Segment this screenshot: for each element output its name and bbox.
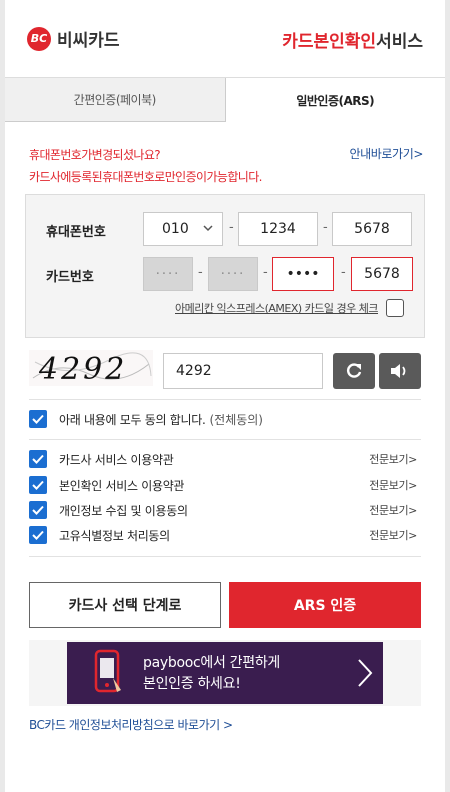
captcha-image: 4292 xyxy=(29,350,153,387)
auth-tabs: 간편인증(페이북) 일반인증(ARS) xyxy=(5,78,445,122)
view-detail-link[interactable]: 전문보기> xyxy=(369,502,417,518)
card-number-label: 카드번호 xyxy=(46,270,94,285)
speaker-icon xyxy=(391,364,406,378)
checkmark-icon xyxy=(32,505,44,515)
checkmark-icon xyxy=(32,480,44,490)
card-dash-3: - xyxy=(341,265,346,280)
agree-all-row[interactable]: 아래 내용에 모두 동의 합니다. (전체동의) xyxy=(29,410,421,428)
tab-simple-auth[interactable]: 간편인증(페이북) xyxy=(5,78,226,122)
captcha-graphic: 4292 xyxy=(32,352,152,387)
chevron-right-icon xyxy=(358,659,373,687)
service-title: 카드본인확인서비스 xyxy=(282,27,423,52)
amex-check-row: 아메리칸 익스프레스(AMEX) 카드일 경우 체크 xyxy=(175,299,404,317)
divider xyxy=(29,399,421,400)
banner-text: paybooc에서 간편하게 본인인증 하세요! xyxy=(143,653,280,695)
amex-checkbox[interactable] xyxy=(386,299,404,317)
agreement-item-card-terms[interactable]: 카드사 서비스 이용약관 전문보기> xyxy=(29,450,421,468)
phone-dash-2: - xyxy=(323,220,328,235)
agreement-checkbox[interactable] xyxy=(29,450,47,468)
bc-logo-icon: BC xyxy=(27,26,51,51)
phone-prefix-value: 010 xyxy=(162,221,189,237)
logo-text: 비씨카드 xyxy=(57,31,120,51)
refresh-icon xyxy=(347,363,362,378)
page-frame: BC 비씨카드 카드본인확인서비스 간편인증(페이북) 일반인증(ARS) 휴대… xyxy=(5,0,445,792)
card-dash-2: - xyxy=(263,265,268,280)
paybooc-banner[interactable]: paybooc에서 간편하게 본인인증 하세요! xyxy=(67,642,383,704)
ars-auth-button[interactable]: ARS 인증 xyxy=(229,582,421,628)
divider xyxy=(29,439,421,440)
phone-prefix-select[interactable]: 010 xyxy=(143,212,223,246)
notice-line-2: 카드사에등록된휴대폰번호로만인증이가능합니다. xyxy=(29,170,263,184)
banner-line-1: paybooc에서 간편하게 xyxy=(143,655,280,671)
phone-last-input[interactable]: 5678 xyxy=(332,212,412,246)
agree-all-sub: (전체동의) xyxy=(209,412,263,427)
agree-all-checkbox[interactable] xyxy=(29,410,47,428)
phone-icon xyxy=(94,649,121,693)
agreement-label: 개인정보 수집 및 이용동의 xyxy=(59,503,188,518)
card-seg-4-input[interactable]: 5678 xyxy=(351,257,413,291)
phone-change-notice: 휴대폰번호가변경되셨나요? 카드사에등록된휴대폰번호로만인증이가능합니다. xyxy=(29,144,263,188)
captcha-audio-button[interactable] xyxy=(379,353,421,389)
guide-link[interactable]: 안내바로가기> xyxy=(350,144,424,164)
agreement-item-auth-terms[interactable]: 본인확인 서비스 이용약관 전문보기> xyxy=(29,476,421,494)
agreement-label: 고유식별정보 처리동의 xyxy=(59,528,170,543)
bc-card-logo: BC 비씨카드 xyxy=(27,26,120,51)
captcha-refresh-button[interactable] xyxy=(333,353,375,389)
checkmark-icon xyxy=(32,454,44,464)
agreement-item-privacy[interactable]: 개인정보 수집 및 이용동의 전문보기> xyxy=(29,501,421,519)
agreement-label: 본인확인 서비스 이용약관 xyxy=(59,478,185,493)
service-title-red: 카드본인확인 xyxy=(282,32,377,52)
phone-label: 휴대폰번호 xyxy=(46,225,106,240)
service-title-dark: 서비스 xyxy=(376,32,423,52)
view-detail-link[interactable]: 전문보기> xyxy=(369,527,417,543)
agreement-checkbox[interactable] xyxy=(29,501,47,519)
notice-line-1: 휴대폰번호가변경되셨나요? xyxy=(29,148,161,162)
agreement-checkbox[interactable] xyxy=(29,526,47,544)
phone-dash-1: - xyxy=(229,220,234,235)
checkmark-icon xyxy=(32,530,44,540)
card-seg-1-input: ···· xyxy=(143,257,193,291)
header: BC 비씨카드 카드본인확인서비스 xyxy=(5,0,445,78)
agree-all-label: 아래 내용에 모두 동의 합니다. xyxy=(59,412,206,427)
captcha-text: 4292 xyxy=(38,352,127,386)
card-dash-1: - xyxy=(198,265,203,280)
view-detail-link[interactable]: 전문보기> xyxy=(369,477,417,493)
phone-mid-input[interactable]: 1234 xyxy=(238,212,318,246)
card-seg-3-input[interactable]: •••• xyxy=(272,257,334,291)
input-form-box: 휴대폰번호 010 - 1234 - 5678 카드번호 ···· - ····… xyxy=(25,194,425,338)
agreement-checkbox[interactable] xyxy=(29,476,47,494)
amex-label[interactable]: 아메리칸 익스프레스(AMEX) 카드일 경우 체크 xyxy=(175,300,379,316)
chevron-down-icon xyxy=(203,225,213,232)
privacy-policy-link[interactable]: BC카드 개인정보처리방침으로 바로가기 > xyxy=(29,716,233,733)
view-detail-link[interactable]: 전문보기> xyxy=(369,451,417,467)
agreement-label: 카드사 서비스 이용약관 xyxy=(59,452,174,467)
card-seg-2-input: ···· xyxy=(208,257,258,291)
captcha-input[interactable]: 4292 xyxy=(163,353,323,389)
divider xyxy=(29,556,421,557)
checkmark-icon xyxy=(32,414,44,424)
paybooc-banner-area: paybooc에서 간편하게 본인인증 하세요! xyxy=(29,640,421,706)
banner-line-2: 본인인증 하세요! xyxy=(143,676,241,692)
back-to-card-select-button[interactable]: 카드사 선택 단계로 xyxy=(29,582,221,628)
tab-ars-auth[interactable]: 일반인증(ARS) xyxy=(225,78,445,122)
agreement-item-unique-id[interactable]: 고유식별정보 처리동의 전문보기> xyxy=(29,526,421,544)
